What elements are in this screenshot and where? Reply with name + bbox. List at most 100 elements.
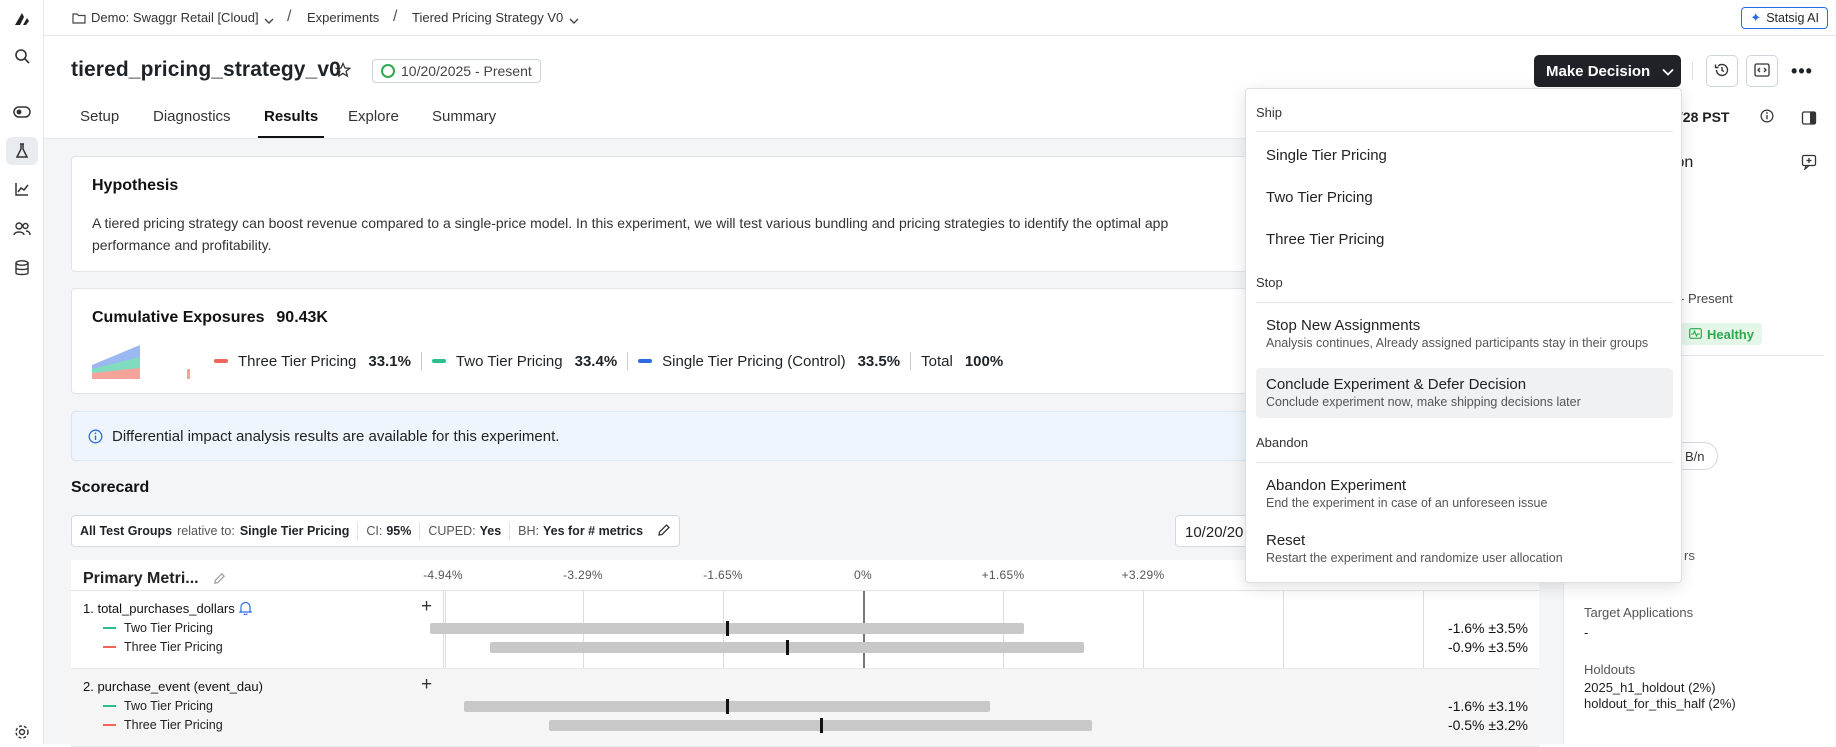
hypothesis-title: Hypothesis bbox=[92, 177, 179, 194]
menu-item-conclude-defer[interactable]: Conclude Experiment & Defer Decision Con… bbox=[1256, 368, 1673, 418]
code-icon bbox=[1754, 62, 1770, 80]
group-color-swatch bbox=[103, 724, 116, 726]
database-icon[interactable] bbox=[12, 258, 32, 278]
exposures-card: Cumulative Exposures 90.43K Three Tier P… bbox=[71, 288, 1271, 394]
edit-pencil-icon[interactable] bbox=[657, 523, 671, 540]
metric-delta-value: -0.5% ±3.2% bbox=[1447, 717, 1528, 733]
menu-item-ship-single-tier[interactable]: Single Tier Pricing bbox=[1256, 147, 1673, 164]
group-name: Three Tier Pricing bbox=[124, 640, 223, 654]
tab-setup[interactable]: Setup bbox=[80, 108, 119, 125]
legend-swatch bbox=[431, 359, 446, 363]
scorecard-title: Scorecard bbox=[71, 479, 150, 496]
menu-item-ship-two-tier[interactable]: Two Tier Pricing bbox=[1256, 189, 1673, 206]
info-icon[interactable] bbox=[1760, 109, 1774, 126]
chevron-down-icon bbox=[1662, 63, 1674, 80]
axis-tick-label: -1.65% bbox=[703, 568, 743, 582]
exposures-title: Cumulative Exposures bbox=[92, 309, 265, 326]
experiments-icon[interactable] bbox=[6, 137, 38, 165]
menu-section-abandon: Abandon bbox=[1256, 435, 1309, 450]
tab-diagnostics[interactable]: Diagnostics bbox=[153, 108, 231, 125]
info-icon bbox=[88, 429, 103, 447]
sparkle-icon: ✦ bbox=[1750, 10, 1762, 25]
axis-tick-label: +1.65% bbox=[981, 568, 1025, 582]
breadcrumb-experiments[interactable]: Experiments bbox=[307, 10, 379, 25]
date-range-pill: 10/20/2025 - Present bbox=[372, 59, 541, 83]
experiment-title: tiered_pricing_strategy_v0 bbox=[71, 58, 341, 81]
search-icon[interactable] bbox=[12, 46, 32, 66]
add-comment-icon[interactable] bbox=[1801, 154, 1817, 173]
metric-delta-value: -0.9% ±3.5% bbox=[1447, 639, 1528, 655]
health-badge[interactable]: Healthy bbox=[1681, 323, 1762, 345]
metric-name[interactable]: 1. total_purchases_dollars bbox=[83, 601, 235, 616]
edit-pencil-icon[interactable] bbox=[213, 572, 226, 588]
group-name: Three Tier Pricing bbox=[124, 718, 223, 732]
axis-tick-label: 0% bbox=[854, 568, 872, 582]
statsig-logo-icon[interactable] bbox=[12, 9, 32, 29]
axis-tick-label: +3.29% bbox=[1121, 568, 1165, 582]
holdout-item[interactable]: 2025_h1_holdout (2%) bbox=[1584, 680, 1716, 695]
menu-item-reset[interactable]: Reset Restart the experiment and randomi… bbox=[1256, 532, 1673, 580]
axis-tick-label: -4.94% bbox=[423, 568, 463, 582]
star-icon[interactable] bbox=[334, 61, 352, 81]
point-estimate-mark bbox=[726, 699, 730, 714]
group-color-swatch bbox=[103, 627, 116, 629]
target-applications-value: - bbox=[1584, 625, 1589, 640]
legend-swatch bbox=[638, 359, 653, 363]
folder-icon bbox=[72, 11, 86, 27]
menu-section-ship: Ship bbox=[1256, 105, 1283, 120]
tab-explore[interactable]: Explore bbox=[348, 108, 399, 125]
holdouts-label: Holdouts bbox=[1584, 662, 1636, 677]
settings-gear-icon[interactable] bbox=[12, 722, 32, 742]
analytics-icon[interactable] bbox=[12, 179, 32, 199]
feature-gates-icon[interactable] bbox=[12, 102, 32, 122]
group-name: Two Tier Pricing bbox=[124, 621, 213, 635]
ellipsis-icon: ••• bbox=[1791, 60, 1813, 81]
banner-text: Differential impact analysis results are… bbox=[112, 428, 560, 445]
more-options-button[interactable]: ••• bbox=[1786, 55, 1818, 87]
code-button[interactable] bbox=[1746, 55, 1778, 87]
group-color-swatch bbox=[103, 705, 116, 707]
tab-summary[interactable]: Summary bbox=[432, 108, 496, 125]
add-icon[interactable]: + bbox=[421, 597, 432, 616]
top-bar: Demo: Swaggr Retail [Cloud] / Experiment… bbox=[44, 0, 1836, 36]
metric-name[interactable]: 2. purchase_event (event_dau) bbox=[83, 679, 263, 694]
metric-row: 1. total_purchases_dollars + Two Tier Pric… bbox=[71, 591, 1539, 669]
metric-row: 2. purchase_event (event_dau) + Two Tier P… bbox=[71, 669, 1539, 747]
breadcrumb-current[interactable]: Tiered Pricing Strategy V0 bbox=[412, 10, 563, 25]
users-icon[interactable] bbox=[12, 219, 32, 239]
make-decision-menu: Ship Single Tier Pricing Two Tier Pricin… bbox=[1245, 88, 1682, 583]
target-applications-label: Target Applications bbox=[1584, 605, 1694, 620]
scorecard-settings-bar[interactable]: All Test Groups relative to: Single Tier… bbox=[71, 515, 681, 547]
point-estimate-mark bbox=[785, 640, 789, 655]
breadcrumb-project[interactable]: Demo: Swaggr Retail [Cloud] bbox=[91, 10, 259, 25]
menu-item-ship-three-tier[interactable]: Three Tier Pricing bbox=[1256, 231, 1673, 248]
point-estimate-mark bbox=[726, 621, 730, 636]
make-decision-button[interactable]: Make Decision bbox=[1534, 55, 1681, 87]
holdout-item[interactable]: holdout_for_this_half (2%) bbox=[1584, 696, 1736, 711]
history-icon bbox=[1714, 62, 1730, 81]
statsig-ai-button[interactable]: ✦ Statsig AI bbox=[1741, 7, 1828, 29]
menu-item-abandon-experiment[interactable]: Abandon Experiment End the experiment in… bbox=[1256, 477, 1673, 525]
bell-icon[interactable] bbox=[238, 601, 253, 618]
chevron-down-icon[interactable] bbox=[569, 12, 579, 28]
legend-swatch bbox=[214, 359, 228, 363]
group-name: Two Tier Pricing bbox=[124, 699, 213, 713]
primary-metrics-header: Primary Metri... bbox=[83, 570, 199, 587]
history-button[interactable] bbox=[1706, 55, 1738, 87]
group-color-swatch bbox=[103, 646, 116, 648]
differential-impact-banner: Differential impact analysis results are… bbox=[71, 411, 1261, 461]
metric-delta-value: -1.6% ±3.1% bbox=[1447, 698, 1528, 714]
exposures-legend: Three Tier Pricing 33.1% Two Tier Pricin… bbox=[214, 352, 1003, 370]
hypothesis-text: A tiered pricing strategy can boost reve… bbox=[92, 215, 1169, 253]
add-icon[interactable]: + bbox=[421, 675, 432, 694]
axis-tick-label: -3.29% bbox=[563, 568, 603, 582]
exposures-sparkline bbox=[92, 345, 190, 379]
menu-item-stop-new-assignments[interactable]: Stop New Assignments Analysis continues,… bbox=[1256, 317, 1673, 365]
toggle-panel-icon[interactable] bbox=[1801, 110, 1817, 129]
hypothesis-card: Hypothesis A tiered pricing strategy can… bbox=[71, 156, 1271, 272]
point-estimate-mark bbox=[819, 718, 823, 733]
left-nav-rail bbox=[0, 0, 44, 744]
tab-results[interactable]: Results bbox=[264, 108, 318, 125]
chevron-down-icon[interactable] bbox=[264, 12, 274, 28]
menu-section-stop: Stop bbox=[1256, 275, 1283, 290]
